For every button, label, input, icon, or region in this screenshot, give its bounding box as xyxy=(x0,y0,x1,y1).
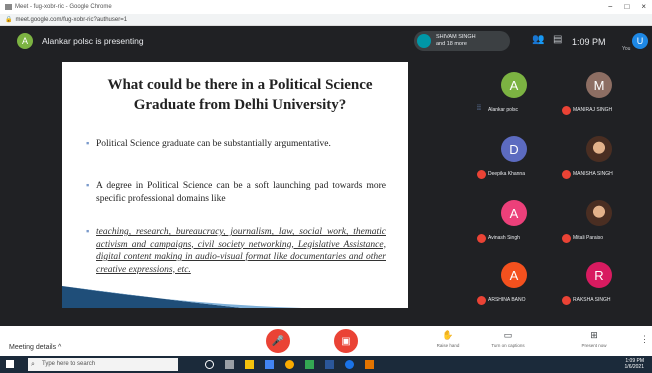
captions-label: Turn on captions xyxy=(491,343,525,348)
slide-bullet-2: ▪ A degree in Political Science can be a… xyxy=(86,180,386,205)
participant-avatar: A xyxy=(501,262,527,288)
window-controls: − □ × xyxy=(608,2,646,11)
participant-avatar: R xyxy=(586,262,612,288)
present-label: Present now xyxy=(581,343,607,348)
user-you-label: You xyxy=(622,46,631,52)
participant-tile[interactable]: A ARSHINA BANO xyxy=(475,258,553,310)
raise-hand-button[interactable]: ✋ Raise hand xyxy=(428,330,468,348)
hand-icon: ✋ xyxy=(442,330,454,340)
camera-off-button[interactable]: ▣ xyxy=(334,329,358,353)
chip-name: SHIVAM SINGH xyxy=(436,34,476,40)
task-view-icon[interactable] xyxy=(225,360,234,369)
people-icon[interactable]: 👥 xyxy=(532,34,544,45)
present-now-button[interactable]: ⊞ Present now xyxy=(574,330,614,348)
participant-avatar xyxy=(586,136,612,162)
present-icon: ⊞ xyxy=(590,330,598,340)
mic-muted-icon xyxy=(562,296,571,305)
participant-tile[interactable]: D Deepika Khanna xyxy=(475,132,553,184)
file-explorer-icon[interactable] xyxy=(245,360,254,369)
participant-tile[interactable]: M MANIRAJ SINGH xyxy=(560,68,638,120)
participant-name: MANIRAJ SINGH xyxy=(573,107,613,113)
participant-name: ARSHINA BANO xyxy=(488,297,526,303)
close-button[interactable]: × xyxy=(641,2,646,11)
participant-tile[interactable]: A ⁞⁞ Alankar polsc xyxy=(475,68,553,120)
address-bar[interactable]: 🔒 meet.google.com/fug-xobr-ric?authuser=… xyxy=(0,14,652,26)
leave-call-button[interactable]: ☎ xyxy=(300,329,324,353)
presenting-label: Alankar polsc is presenting xyxy=(42,36,144,46)
cortana-icon[interactable] xyxy=(205,360,214,369)
participant-avatar: D xyxy=(501,136,527,162)
participant-name: Alankar polsc xyxy=(488,107,519,113)
participant-tile[interactable]: MANISHA SINGH xyxy=(560,132,638,184)
chat-icon[interactable]: ▤ xyxy=(553,34,562,45)
raise-hand-label: Raise hand xyxy=(436,343,460,348)
minimize-button[interactable]: − xyxy=(608,2,613,11)
mic-on-icon: ⁞⁞ xyxy=(477,105,481,112)
captions-button[interactable]: ▭ Turn on captions xyxy=(488,330,528,348)
participant-avatar: M xyxy=(586,72,612,98)
camera-off-icon: ▣ xyxy=(341,335,351,347)
participant-tile[interactable]: R RAKSHA SINGH xyxy=(560,258,638,310)
mic-muted-icon xyxy=(562,170,571,179)
word-icon[interactable] xyxy=(325,360,334,369)
presentation-slide: What could be there in a Political Scien… xyxy=(62,62,408,308)
edge-icon[interactable] xyxy=(345,360,354,369)
participant-name: MANISHA SINGH xyxy=(573,171,613,177)
slide-decoration xyxy=(62,286,302,308)
url-text: meet.google.com/fug-xobr-ric?authuser=1 xyxy=(15,16,128,23)
participant-avatar: A xyxy=(501,200,527,226)
participant-name: Deepika Khanna xyxy=(488,171,525,177)
mic-muted-icon xyxy=(562,106,571,115)
participant-name: RAKSHA SINGH xyxy=(573,297,611,303)
search-icon: ⌕ xyxy=(31,361,35,368)
chip-more: and 18 more xyxy=(436,40,467,47)
mic-muted-icon xyxy=(562,234,571,243)
app-icon[interactable] xyxy=(285,360,294,369)
bullet-marker: ▪ xyxy=(86,181,90,191)
meet-controls: Meeting details ^ 🎤 ☎ ▣ ✋ Raise hand ▭ T… xyxy=(0,326,652,356)
participant-name: Avinash Singh xyxy=(488,235,520,241)
browser-titlebar: Meet - fug-xobr-ric - Google Chrome − □ … xyxy=(0,0,652,14)
chrome-icon[interactable] xyxy=(305,360,314,369)
user-avatar[interactable]: U xyxy=(632,33,648,49)
captions-icon: ▭ xyxy=(503,330,513,340)
mic-off-icon: 🎤 xyxy=(271,335,285,347)
bullet-marker: ▪ xyxy=(86,227,90,237)
mic-muted-icon xyxy=(477,170,486,179)
mic-muted-icon xyxy=(477,234,486,243)
clock: 1:09 PM xyxy=(572,37,606,47)
taskbar-search[interactable]: ⌕ Type here to search xyxy=(28,358,178,371)
participant-tile[interactable]: A Avinash Singh xyxy=(475,196,553,248)
chip-avatar xyxy=(417,34,431,48)
mic-off-button[interactable]: 🎤 xyxy=(266,329,290,353)
bullet-marker: ▪ xyxy=(86,139,90,149)
windows-start-icon[interactable] xyxy=(6,360,14,368)
store-icon[interactable] xyxy=(265,360,274,369)
participants-chip[interactable]: SHIVAM SINGH and 18 more xyxy=(414,31,510,51)
bullet-text: Political Science graduate can be substa… xyxy=(96,139,331,149)
window-title: Meet - fug-xobr-ric - Google Chrome xyxy=(15,4,112,10)
more-options-icon[interactable]: ⋮ xyxy=(640,334,649,345)
maximize-button[interactable]: □ xyxy=(624,2,629,11)
search-placeholder: Type here to search xyxy=(42,361,96,367)
meeting-details-button[interactable]: Meeting details ^ xyxy=(9,344,61,351)
mic-muted-icon xyxy=(477,296,486,305)
slide-title: What could be there in a Political Scien… xyxy=(107,77,373,113)
bullet-text: A degree in Political Science can be a s… xyxy=(96,181,386,204)
windows-taskbar: ⌕ Type here to search 1:09 PM 1/6/2021 xyxy=(0,356,652,373)
end-call-icon: ☎ xyxy=(305,335,319,347)
participant-tile[interactable]: Mitali Paraiso xyxy=(560,196,638,248)
slide-bullet-1: ▪ Political Science graduate can be subs… xyxy=(86,138,386,151)
app-icon-2[interactable] xyxy=(365,360,374,369)
participant-avatar xyxy=(586,200,612,226)
presenter-avatar: A xyxy=(17,33,33,49)
meet-tab-icon xyxy=(5,4,12,10)
system-tray[interactable]: 1:09 PM 1/6/2021 xyxy=(625,358,644,370)
tray-date: 1/6/2021 xyxy=(624,364,644,370)
lock-icon: 🔒 xyxy=(5,17,13,23)
participant-avatar: A xyxy=(501,72,527,98)
screen: { "browser": { "title": "Meet - fug-xobr… xyxy=(0,0,652,373)
participant-name: Mitali Paraiso xyxy=(573,235,604,241)
